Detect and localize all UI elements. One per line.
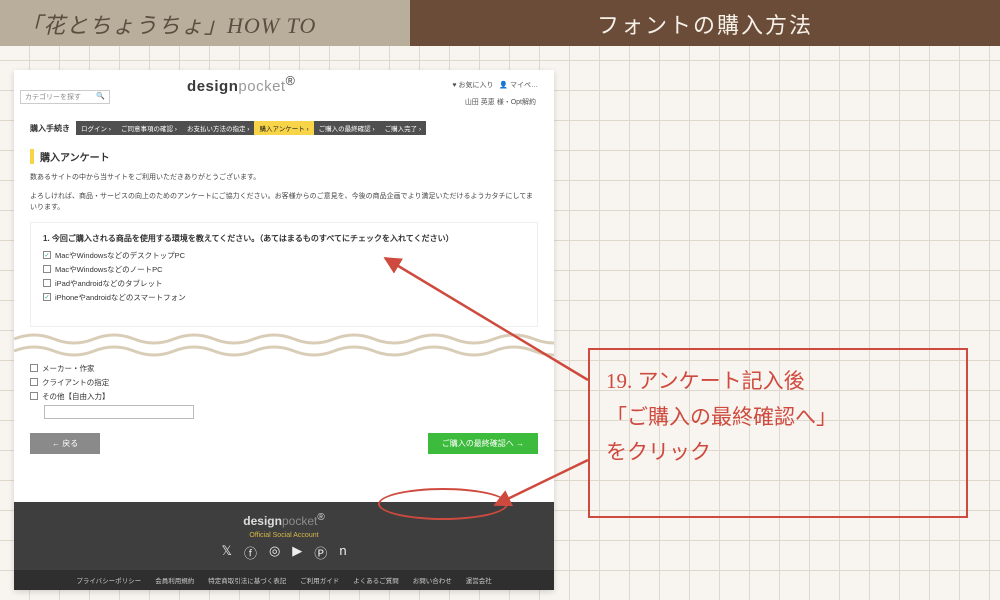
option-label: その他【自由入力】 — [42, 391, 110, 402]
checkout-step: ログイン › — [76, 121, 116, 135]
footer-link[interactable]: ご利用ガイド — [300, 575, 339, 585]
checkbox-icon[interactable]: ✓ — [43, 251, 51, 259]
checkout-step: お支払い方法の指定 › — [182, 121, 254, 135]
mypage-link[interactable]: 👤 マイペ… — [499, 82, 538, 89]
logo-part-a: design — [187, 78, 238, 95]
instruction-callout: 19. アンケート記入後 「ご購入の最終確認へ」 をクリック — [588, 348, 968, 518]
content-omission-wave — [14, 331, 554, 359]
option-label: MacやWindowsなどのノートPC — [55, 264, 163, 275]
survey-option[interactable]: ✓ MacやWindowsなどのデスクトップPC — [43, 250, 525, 261]
section-heading: 購入アンケート — [30, 149, 538, 164]
option-label: iPadやandroidなどのタブレット — [55, 278, 163, 289]
checkbox-icon[interactable] — [30, 378, 38, 386]
checkbox-icon[interactable] — [43, 265, 51, 273]
next-button[interactable]: ご購入の最終確認へ → — [428, 433, 538, 454]
option-label: メーカー・作家 — [42, 363, 95, 374]
search-input[interactable]: カテゴリーを探す 🔍 — [20, 90, 110, 104]
option-label: iPhoneやandroidなどのスマートフォン — [55, 292, 186, 303]
footer-link[interactable]: 運営会社 — [466, 575, 492, 585]
checkout-step: 購入アンケート › — [254, 121, 313, 135]
logo-part-b: pocket — [238, 78, 285, 95]
survey-option[interactable]: メーカー・作家 — [30, 363, 538, 374]
x-icon[interactable]: 𝕏 — [221, 543, 231, 562]
intro-text-1: 数あるサイトの中から当サイトをご利用いただきありがとうございます。 — [30, 172, 538, 183]
checkbox-icon[interactable] — [30, 392, 38, 400]
survey-option[interactable]: クライアントの指定 — [30, 377, 538, 388]
back-button[interactable]: ← 戻る — [30, 433, 100, 454]
facebook-icon[interactable]: ⓕ — [244, 543, 257, 562]
callout-line-2: 「ご購入の最終確認へ」 — [606, 400, 950, 436]
checkbox-icon[interactable] — [43, 279, 51, 287]
callout-line-1: 19. アンケート記入後 — [606, 364, 950, 400]
pinterest-icon[interactable]: Ⓟ — [314, 543, 327, 562]
youtube-icon[interactable]: ▶ — [292, 543, 302, 562]
intro-text-2: よろしければ、商品・サービスの向上のためのアンケートにご協力ください。お客様から… — [30, 191, 538, 213]
option-label: クライアントの指定 — [42, 377, 109, 388]
highlight-oval-next-button — [378, 488, 508, 520]
footer-link[interactable]: お問い合わせ — [413, 575, 452, 585]
checkout-step: ご購入完了 › — [380, 121, 426, 135]
footer-link[interactable]: 会員利用規約 — [155, 575, 194, 585]
footer-link[interactable]: よくあるご質問 — [353, 575, 399, 585]
survey-option[interactable]: その他【自由入力】 — [30, 391, 538, 402]
header-right-title: フォントの購入方法 — [410, 0, 1000, 46]
checkout-steps-label: 購入手続き — [30, 123, 70, 134]
footer-link[interactable]: 特定商取引法に基づく表記 — [208, 575, 286, 585]
checkout-step: ご購入の最終確認 › — [314, 121, 380, 135]
checkout-steps: ログイン ›ご同意事項の確認 ›お支払い方法の指定 ›購入アンケート ›ご購入の… — [76, 121, 426, 135]
note-icon[interactable]: n — [339, 543, 346, 562]
question-1-box: 1. 今回ご購入される商品を使用する環境を教えてください。（あてはまるものすべて… — [30, 222, 538, 327]
survey-option[interactable]: MacやWindowsなどのノートPC — [43, 264, 525, 275]
social-label: Official Social Account — [14, 532, 554, 539]
checkout-step: ご同意事項の確認 › — [116, 121, 182, 135]
option-label: MacやWindowsなどのデスクトップPC — [55, 250, 185, 261]
footer-links-row: プライバシーポリシー 会員利用規約 特定商取引法に基づく表記 ご利用ガイド よくあるご質… — [14, 570, 554, 590]
checkbox-icon[interactable] — [30, 364, 38, 372]
question-1-text: 1. 今回ご購入される商品を使用する環境を教えてください。（あてはまるものすべて… — [43, 233, 525, 244]
survey-option[interactable]: ✓ iPhoneやandroidなどのスマートフォン — [43, 292, 525, 303]
tutorial-header: 「花とちょうちょ」HOW TO フォントの購入方法 — [0, 0, 1000, 46]
checkbox-icon[interactable]: ✓ — [43, 293, 51, 301]
favorites-link[interactable]: ♥ お気に入り — [452, 82, 493, 89]
site-logo: designpocket® — [187, 74, 295, 95]
callout-line-3: をクリック — [606, 435, 950, 471]
social-icons-row: 𝕏ⓕ ◎ ▶ Ⓟn — [14, 543, 554, 562]
header-left-title: 「花とちょうちょ」HOW TO — [0, 0, 410, 46]
search-icon: 🔍 — [96, 92, 105, 102]
other-freetext-input[interactable] — [44, 405, 194, 419]
instagram-icon[interactable]: ◎ — [269, 543, 280, 562]
footer-link[interactable]: プライバシーポリシー — [76, 575, 141, 585]
survey-option[interactable]: iPadやandroidなどのタブレット — [43, 278, 525, 289]
